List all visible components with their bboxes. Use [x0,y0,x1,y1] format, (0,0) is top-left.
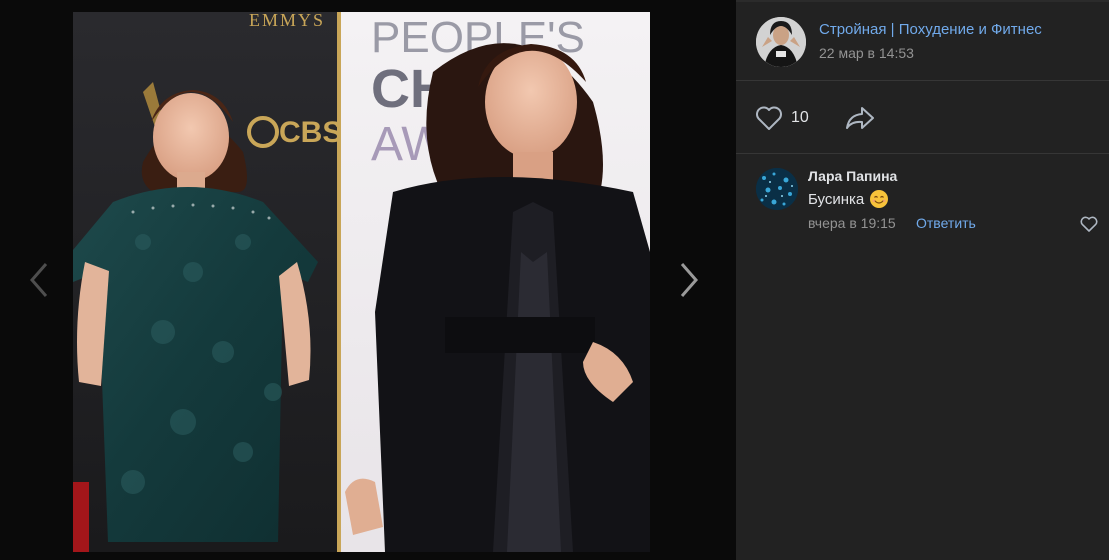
comment-text-value: Бусинка [808,190,865,208]
smiling-face-emoji-icon [870,190,889,208]
next-photo-arrow-icon[interactable] [674,260,704,300]
post-actions: 10 [736,80,1109,154]
comment-item: Лара Папина Бусинка вчера в 19:15 Ответи… [736,154,1109,244]
commenter-avatar[interactable] [756,168,798,210]
photo-image: EMMYS CBS PEOPLE'S CH AW [73,12,650,552]
reply-link[interactable]: Ответить [916,215,976,231]
share-arrow-icon [846,107,874,129]
author-name-link[interactable]: Стройная | Похудение и Фитнес [819,21,1042,38]
post-author-block: Стройная | Похудение и Фитнес 22 мар в 1… [736,0,1109,81]
comment-like-button[interactable] [1080,216,1098,232]
like-button[interactable]: 10 [755,103,809,133]
post-date[interactable]: 22 мар в 14:53 [819,45,914,61]
previous-photo-arrow-icon[interactable] [24,260,54,300]
comment-date[interactable]: вчера в 19:15 [808,215,896,231]
author-avatar[interactable] [756,17,806,67]
post-photo[interactable]: EMMYS CBS PEOPLE'S CH AW [73,12,650,552]
post-sidebar: Стройная | Похудение и Фитнес 22 мар в 1… [736,0,1109,560]
heart-outline-icon [1080,216,1098,232]
comment-text: Бусинка [808,189,889,209]
commenter-name-link[interactable]: Лара Папина [808,168,897,184]
share-button[interactable] [844,104,876,132]
backdrop-cbs-text: CBS [279,116,342,149]
heart-outline-icon [756,106,782,130]
like-count: 10 [791,109,809,126]
backdrop-emmys-text: EMMYS [249,12,325,30]
photo-viewer: EMMYS CBS PEOPLE'S CH AW [0,0,736,560]
